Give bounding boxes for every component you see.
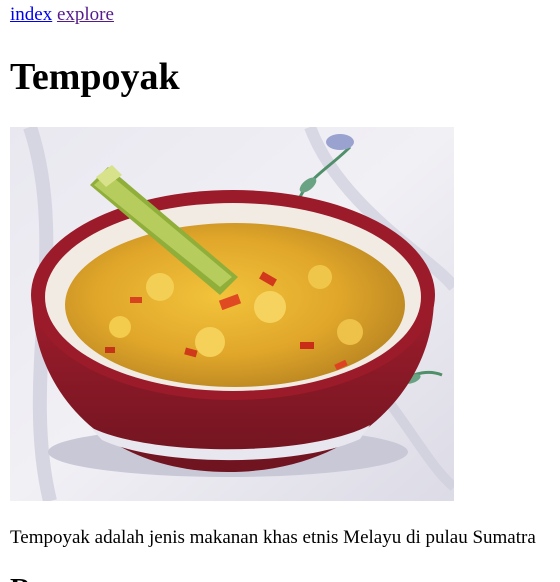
section-heading: Resep (10, 572, 84, 582)
explore-link[interactable]: explore (57, 4, 114, 25)
page-title: Tempoyak (10, 56, 180, 98)
top-nav: index explore (10, 4, 114, 26)
index-link[interactable]: index (10, 4, 52, 25)
tempoyak-photo (10, 127, 454, 501)
intro-paragraph: Tempoyak adalah jenis makanan khas etnis… (10, 527, 536, 548)
